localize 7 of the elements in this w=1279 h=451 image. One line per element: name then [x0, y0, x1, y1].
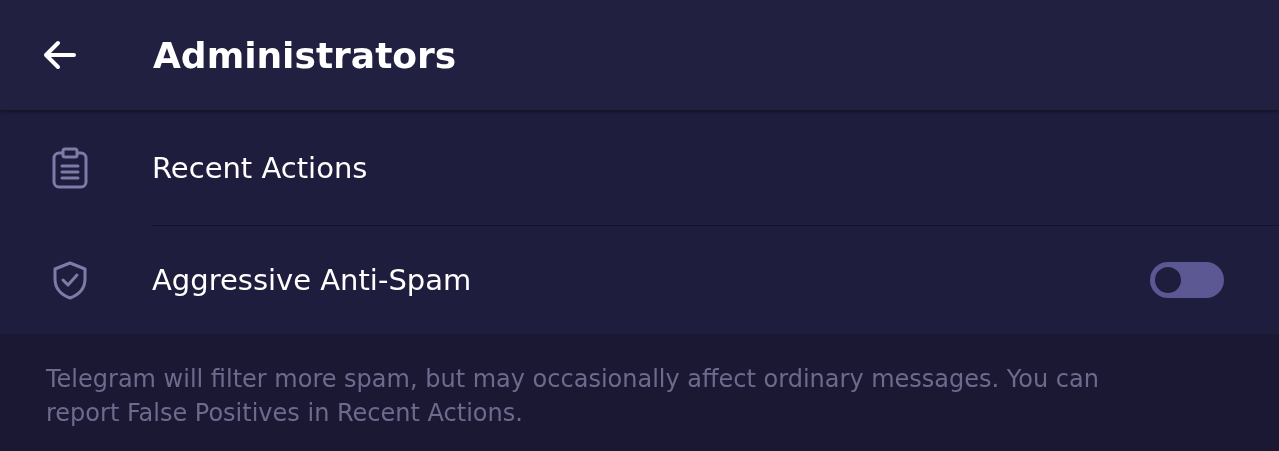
toggle-switch[interactable] [1150, 262, 1224, 298]
menu-item[interactable]: Recent Actions [0, 110, 1279, 226]
screen-title: Administrators [153, 34, 457, 76]
toggle-row[interactable]: Aggressive Anti-Spam [0, 226, 1279, 334]
footer-note: Telegram will filter more spam, but may occasionally affect ordinary messages. You can report False Positives in Recent Actions. [45, 364, 1100, 429]
item-label: Recent Actions [152, 151, 369, 185]
item-label: Aggressive Anti-Spam [152, 263, 473, 297]
